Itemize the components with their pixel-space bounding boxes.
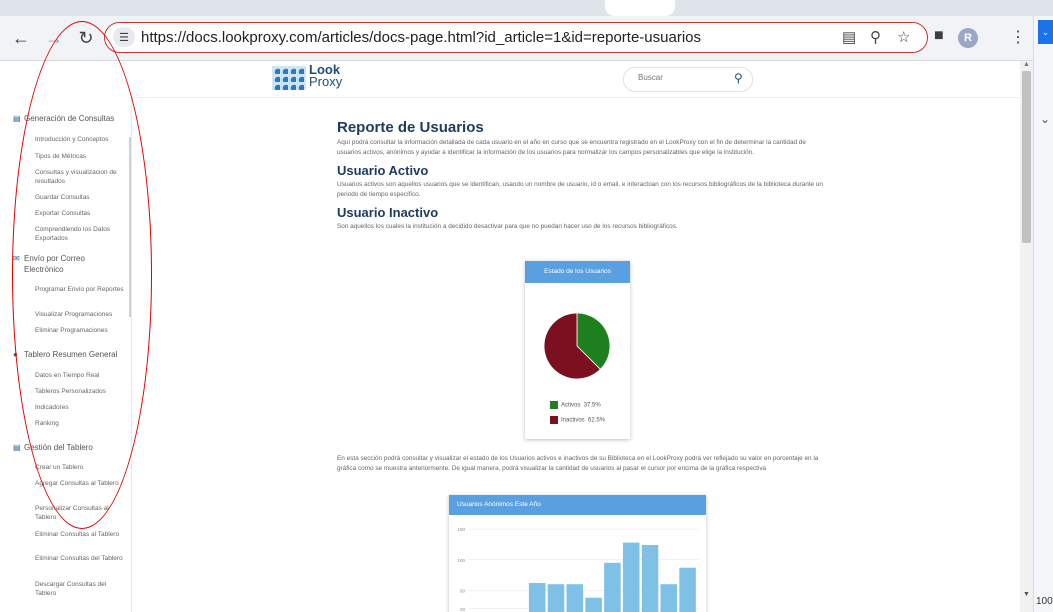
- menu-dots-icon[interactable]: ⋮: [1010, 27, 1026, 47]
- logo-mark-icon: [272, 66, 306, 90]
- y-tick-label: 100: [457, 558, 465, 563]
- inactive-heading: Usuario Inactivo: [337, 205, 439, 220]
- sidebar-item[interactable]: Exportar Consultas: [35, 209, 125, 218]
- side-panel-icon[interactable]: ■: [934, 27, 944, 45]
- sidebar-item[interactable]: Indicadores: [35, 403, 125, 412]
- address-bar[interactable]: ☰ https://docs.lookproxy.com/articles/do…: [104, 22, 928, 53]
- page-scrollbar[interactable]: ▲ ▼: [1020, 61, 1033, 612]
- sidebar-item[interactable]: Visualizar Programaciones: [35, 310, 125, 319]
- bar-4[interactable]: [566, 584, 584, 612]
- legend-inactivos: Inactivos 62.5%: [550, 416, 605, 424]
- y-tick-label: 150: [457, 527, 465, 532]
- explanation-paragraph: En esta sección podrá consultar y visual…: [337, 455, 819, 472]
- search-icon[interactable]: ⚲: [734, 71, 743, 85]
- sidebar-item[interactable]: Tableros Personalizados: [35, 387, 125, 396]
- sidebar-item[interactable]: Consultas y visualizacion de resultados: [35, 168, 125, 186]
- article-content: Reporte de Usuarios Aquí podrá consultar…: [337, 119, 827, 232]
- sidebar: ▤ Generación de Consultas Introducción y…: [0, 97, 132, 612]
- sidebar-item[interactable]: Datos en Tiempo Real: [35, 371, 125, 380]
- inactive-paragraph: Son aquellos los cuales la institución a…: [337, 223, 678, 230]
- sidebar-item[interactable]: Tipos de Métricas: [35, 152, 125, 161]
- chart-icon: ▤: [13, 443, 21, 452]
- sidebar-item[interactable]: Descargar Consultas del Tablero: [35, 580, 125, 598]
- scrollbar-thumb[interactable]: [1022, 71, 1031, 243]
- bar-chart-title: Usuarios Anónimos Este Año: [449, 495, 706, 515]
- sidebar-item[interactable]: Eliminar Consultas al Tablero: [35, 530, 125, 539]
- sidebar-item[interactable]: Eliminar Consultas del Tablero: [35, 554, 125, 563]
- bar-chart[interactable]: 150 100 50 20: [449, 515, 706, 612]
- sidebar-item[interactable]: Ranking: [35, 419, 125, 428]
- sidebar-scrollbar[interactable]: [129, 137, 131, 317]
- bar-5[interactable]: [585, 597, 602, 612]
- lookproxy-logo[interactable]: Look Proxy: [272, 63, 343, 92]
- site-header: Look Proxy ⚲: [0, 61, 1020, 98]
- pie-chart-title: Estado de los Usuarios: [525, 261, 630, 283]
- page-viewport: Look Proxy ⚲ ▤ Generación de Consultas I…: [0, 61, 1020, 612]
- y-tick-label: 50: [460, 588, 466, 593]
- sidebar-item[interactable]: Introducción y Conceptos: [35, 135, 125, 144]
- browser-toolbar: ← → ↻ ☰ https://docs.lookproxy.com/artic…: [0, 16, 1033, 61]
- chevron-down-icon[interactable]: ⌄: [1038, 20, 1053, 44]
- sidebar-item[interactable]: Programar Envío por Reportes: [35, 285, 125, 294]
- zoom-icon[interactable]: ⚲: [870, 28, 881, 46]
- bar-7[interactable]: [622, 542, 640, 612]
- translate-icon[interactable]: ▤: [842, 28, 856, 46]
- profile-avatar[interactable]: R: [958, 28, 978, 48]
- forward-arrow-icon[interactable]: →: [41, 25, 67, 51]
- bar-chart-card: Usuarios Anónimos Este Año 150 100 50 20: [449, 495, 706, 612]
- legend-swatch: [550, 401, 558, 409]
- intro-paragraph: Aquí podrá consultar la información deta…: [337, 139, 806, 156]
- legend-swatch: [550, 416, 558, 424]
- sidebar-item[interactable]: Comprendiendo los Datos Exportados: [35, 225, 125, 243]
- explanation-block: En esta sección podrá consultar y visual…: [337, 453, 827, 473]
- legend-label: Inactivos: [561, 417, 585, 424]
- pie-chart[interactable]: [542, 311, 612, 381]
- y-tick-label: 20: [460, 607, 466, 612]
- zoom-level: 100%: [1036, 596, 1053, 607]
- reload-icon[interactable]: ↻: [73, 25, 99, 51]
- active-tab[interactable]: [605, 0, 675, 16]
- bar-6[interactable]: [604, 562, 621, 612]
- scroll-up-icon[interactable]: ▲: [1023, 61, 1030, 68]
- site-info-icon[interactable]: ☰: [113, 27, 135, 47]
- search-input[interactable]: [636, 72, 726, 83]
- legend-activos: Activos 37.5%: [550, 401, 601, 409]
- bar-8[interactable]: [641, 545, 659, 612]
- sidebar-item[interactable]: Personalizar Consultas al Tablero: [35, 504, 125, 522]
- bar-10[interactable]: [679, 567, 696, 612]
- chart-icon: ▤: [13, 114, 21, 123]
- legend-value: 62.5%: [588, 417, 606, 424]
- bar-3[interactable]: [547, 584, 565, 612]
- logo-line-2: Proxy: [309, 74, 343, 89]
- page-title: Reporte de Usuarios: [337, 119, 484, 136]
- bookmark-star-icon[interactable]: ☆: [897, 28, 910, 46]
- envelope-icon: ✉: [13, 254, 20, 263]
- sidebar-item[interactable]: Guardar Consultas: [35, 193, 125, 202]
- back-arrow-icon[interactable]: ←: [8, 25, 34, 51]
- bar-2[interactable]: [528, 583, 546, 612]
- legend-label: Activos: [561, 402, 581, 409]
- legend-value: 37.5%: [583, 402, 601, 409]
- pie-chart-card: Estado de los Usuarios Activos 37.5% Ina…: [525, 261, 630, 439]
- sidebar-item[interactable]: Agregar Consultas al Tablero: [35, 479, 125, 488]
- sidebar-item[interactable]: Eliminar Programaciones: [35, 326, 125, 335]
- sidebar-item[interactable]: Crear un Tablero: [35, 463, 125, 472]
- search-box[interactable]: ⚲: [623, 67, 753, 92]
- bar-9[interactable]: [660, 584, 678, 612]
- right-gutter: [1033, 16, 1053, 612]
- chevron-down-icon[interactable]: ⌄: [1040, 112, 1050, 126]
- scroll-down-icon[interactable]: ▼: [1023, 591, 1030, 598]
- active-paragraph: Usuarios activos son aquellos usuarios q…: [337, 181, 823, 198]
- dashboard-icon: ●: [13, 350, 18, 359]
- active-heading: Usuario Activo: [337, 163, 429, 178]
- url-text[interactable]: https://docs.lookproxy.com/articles/docs…: [141, 29, 701, 46]
